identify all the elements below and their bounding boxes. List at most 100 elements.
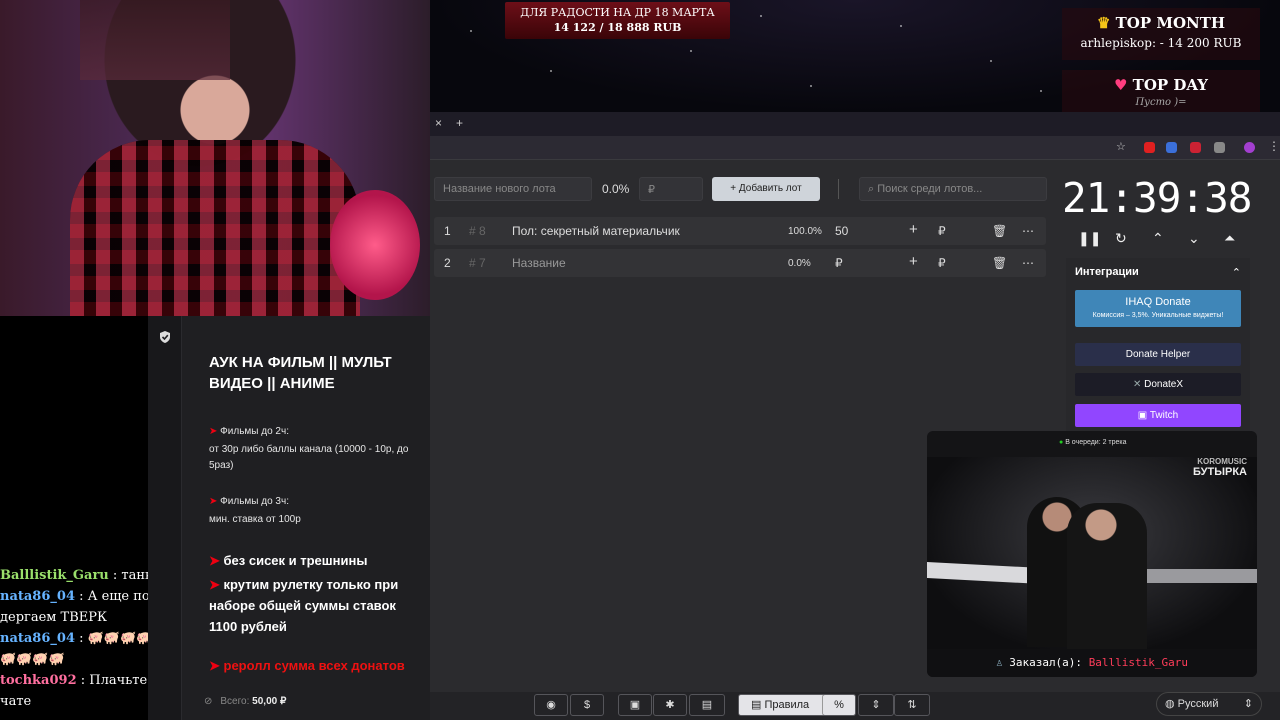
language-value: Русский <box>1177 698 1219 710</box>
chevron-down-icon[interactable]: ⌄ <box>1188 230 1200 247</box>
goal-amount: 14 122 / 18 888 RUB <box>553 21 682 34</box>
plus-icon[interactable]: + <box>909 253 918 270</box>
new-lot-input[interactable]: Название нового лота <box>434 177 592 201</box>
rules-s1-body: от 30р либо баллы канала (10000 - 10р, д… <box>209 444 409 471</box>
puzzle-icon[interactable] <box>1214 142 1225 153</box>
lot-row[interactable]: 2 # 7 Название 0.0% ₽ + ₽ 🗑 ⋯ <box>434 249 1046 277</box>
search-placeholder: Поиск среди лотов... <box>877 183 983 195</box>
language-select[interactable]: ◍ Русский ⇕ <box>1156 692 1262 716</box>
integration-donatex-button[interactable]: ✕ DonateX <box>1075 373 1241 396</box>
webcam-feed <box>0 0 430 316</box>
chevron-up-icon[interactable]: ⌃ <box>1232 266 1241 279</box>
rules-content: АУК НА ФИЛЬМ || МУЛЬТ ВИДЕО || АНИМЕ ➤ Ф… <box>209 352 419 676</box>
search-lots-input[interactable]: ⌕ Поиск среди лотов... <box>859 177 1047 201</box>
bug-icon: ✱ <box>665 699 675 711</box>
save-button[interactable]: ▣ <box>618 694 652 716</box>
twitch-icon: ▣ <box>1137 410 1150 421</box>
browser-toolbar: ☆ ⋮ <box>430 136 1280 160</box>
sort-button[interactable]: ⇅ <box>894 694 930 716</box>
total-display: ⊘ Всего: 50,00 ₽ <box>204 696 286 707</box>
lot-amount[interactable]: ₽ <box>835 256 843 270</box>
integration-ihaq-button[interactable]: IHAQ Donate Комиссия – 3,5%. Уникальные … <box>1075 290 1241 327</box>
lot-name[interactable]: Название <box>512 256 566 270</box>
github-button[interactable]: ◉ <box>534 694 568 716</box>
rules-title: АУК НА ФИЛЬМ || МУЛЬТ ВИДЕО || АНИМЕ <box>209 354 392 392</box>
lot-row[interactable]: 1 # 8 Пол: секретный материальчик 100.0% 50 +… <box>434 217 1046 245</box>
total-value: 50,00 ₽ <box>252 696 287 707</box>
integrations-panel: Интеграции ⌃ IHAQ Donate Комиссия – 3,5%.… <box>1066 258 1250 444</box>
top-day-widget: ♥ TOP DAY Пусто )= <box>1062 70 1260 114</box>
lot-amount[interactable]: 50 <box>835 224 848 238</box>
new-lot-percent: 0.0% <box>602 182 630 196</box>
eye-off-icon[interactable]: ⊘ <box>204 696 212 707</box>
currency-icon[interactable]: ₽ <box>938 256 946 270</box>
queue-text: В очереди: 2 трека <box>1065 439 1127 446</box>
integrations-title: Интеграции <box>1075 266 1139 278</box>
shirt-pattern <box>70 140 360 316</box>
reset-icon[interactable]: ↻ <box>1115 230 1127 247</box>
chat-separator: : <box>75 589 88 604</box>
chat-username: tochka092 <box>0 673 77 688</box>
profile-avatar[interactable] <box>1244 142 1255 153</box>
lot-number: 1 <box>444 224 451 238</box>
integration-donate-helper-button[interactable]: Donate Helper <box>1075 343 1241 366</box>
rules-panel: АУК НА ФИЛЬМ || МУЛЬТ ВИДЕО || АНИМЕ ➤ Ф… <box>148 316 430 720</box>
clear-button[interactable]: ▤ <box>689 694 725 716</box>
queue-status: ● В очереди: 2 трека <box>1059 439 1127 446</box>
shelf-decor <box>80 0 230 80</box>
lot-name[interactable]: Пол: секретный материальчик <box>512 224 680 238</box>
star-icon[interactable]: ☆ <box>1116 140 1126 153</box>
top-month-title: TOP MONTH <box>1115 14 1226 32</box>
rules-b3: реролл сумма всех донатов <box>223 658 405 673</box>
top-month-widget: ♛ TOP MONTH arhlepiskop: - 14 200 RUB <box>1062 8 1260 60</box>
youtube-extension-icon[interactable] <box>1144 142 1155 153</box>
rules-icon: ▤ <box>751 699 765 711</box>
crown-icon: ♛ <box>1096 14 1116 32</box>
add-lot-button[interactable]: + Добавить лот <box>712 177 820 201</box>
triangle-icon: ➤ <box>209 658 224 673</box>
ordered-by-bar: ♙ Заказал(а): Balllistik_Garu <box>927 649 1257 677</box>
new-tab-button[interactable]: + <box>456 116 463 130</box>
rules-s2-body: мин. ставка от 100р <box>209 514 301 525</box>
chevron-up-icon[interactable]: ⌃ <box>1152 230 1164 247</box>
amount-input[interactable]: ₽ <box>639 177 703 201</box>
currency-icon[interactable]: ₽ <box>938 224 946 238</box>
more-icon[interactable]: ⋯ <box>1022 224 1034 238</box>
video-brand: KOROMUSIC БУТЫРКА <box>1193 457 1247 478</box>
rules-s2-head: Фильмы до 3ч: <box>220 496 289 507</box>
split-icon: ⇕ <box>871 699 881 711</box>
close-tab-button[interactable]: × <box>435 116 442 130</box>
performer <box>1067 503 1147 653</box>
audio-extension-icon[interactable] <box>1166 142 1177 153</box>
pause-icon[interactable]: ❚❚ <box>1078 230 1101 247</box>
menu-icon[interactable]: ⋮ <box>1268 139 1280 153</box>
rules-gutter <box>148 316 182 720</box>
sort-icon: ⇅ <box>907 699 917 711</box>
ordered-by-user: Balllistik_Garu <box>1088 656 1189 669</box>
bug-button[interactable]: ✱ <box>653 694 687 716</box>
extension-icon[interactable] <box>1190 142 1201 153</box>
trash-icon[interactable]: 🗑 <box>992 224 1007 238</box>
lot-percent: 0.0% <box>788 258 811 269</box>
chat-username: nata86_04 <box>0 589 75 604</box>
integration-twitch-button[interactable]: ▣ Twitch <box>1075 404 1241 427</box>
synth-keyboard <box>927 561 1042 585</box>
triangle-icon: ➤ <box>209 577 224 592</box>
percent-button[interactable]: % <box>822 694 856 716</box>
donate-button[interactable]: $ <box>570 694 604 716</box>
globe-icon: ◍ <box>1165 698 1178 710</box>
synth-keyboard <box>1137 569 1257 583</box>
more-icon[interactable]: ⋯ <box>1022 256 1034 270</box>
lot-number: 2 <box>444 256 451 270</box>
auction-timer: 21:39:38 <box>1062 174 1252 222</box>
heart-icon: ♥ <box>1113 76 1133 94</box>
split-button[interactable]: ⇕ <box>858 694 894 716</box>
github-icon: ◉ <box>546 699 556 711</box>
double-chevron-up-icon[interactable]: ⏶ <box>1224 230 1235 247</box>
chat-username: nata86_04 <box>0 631 75 646</box>
song-title: БУТЫРКА <box>1193 466 1247 478</box>
plus-icon: + <box>730 183 739 194</box>
rules-label: Правила <box>764 699 810 711</box>
plus-icon[interactable]: + <box>909 221 918 238</box>
trash-icon[interactable]: 🗑 <box>992 256 1007 270</box>
